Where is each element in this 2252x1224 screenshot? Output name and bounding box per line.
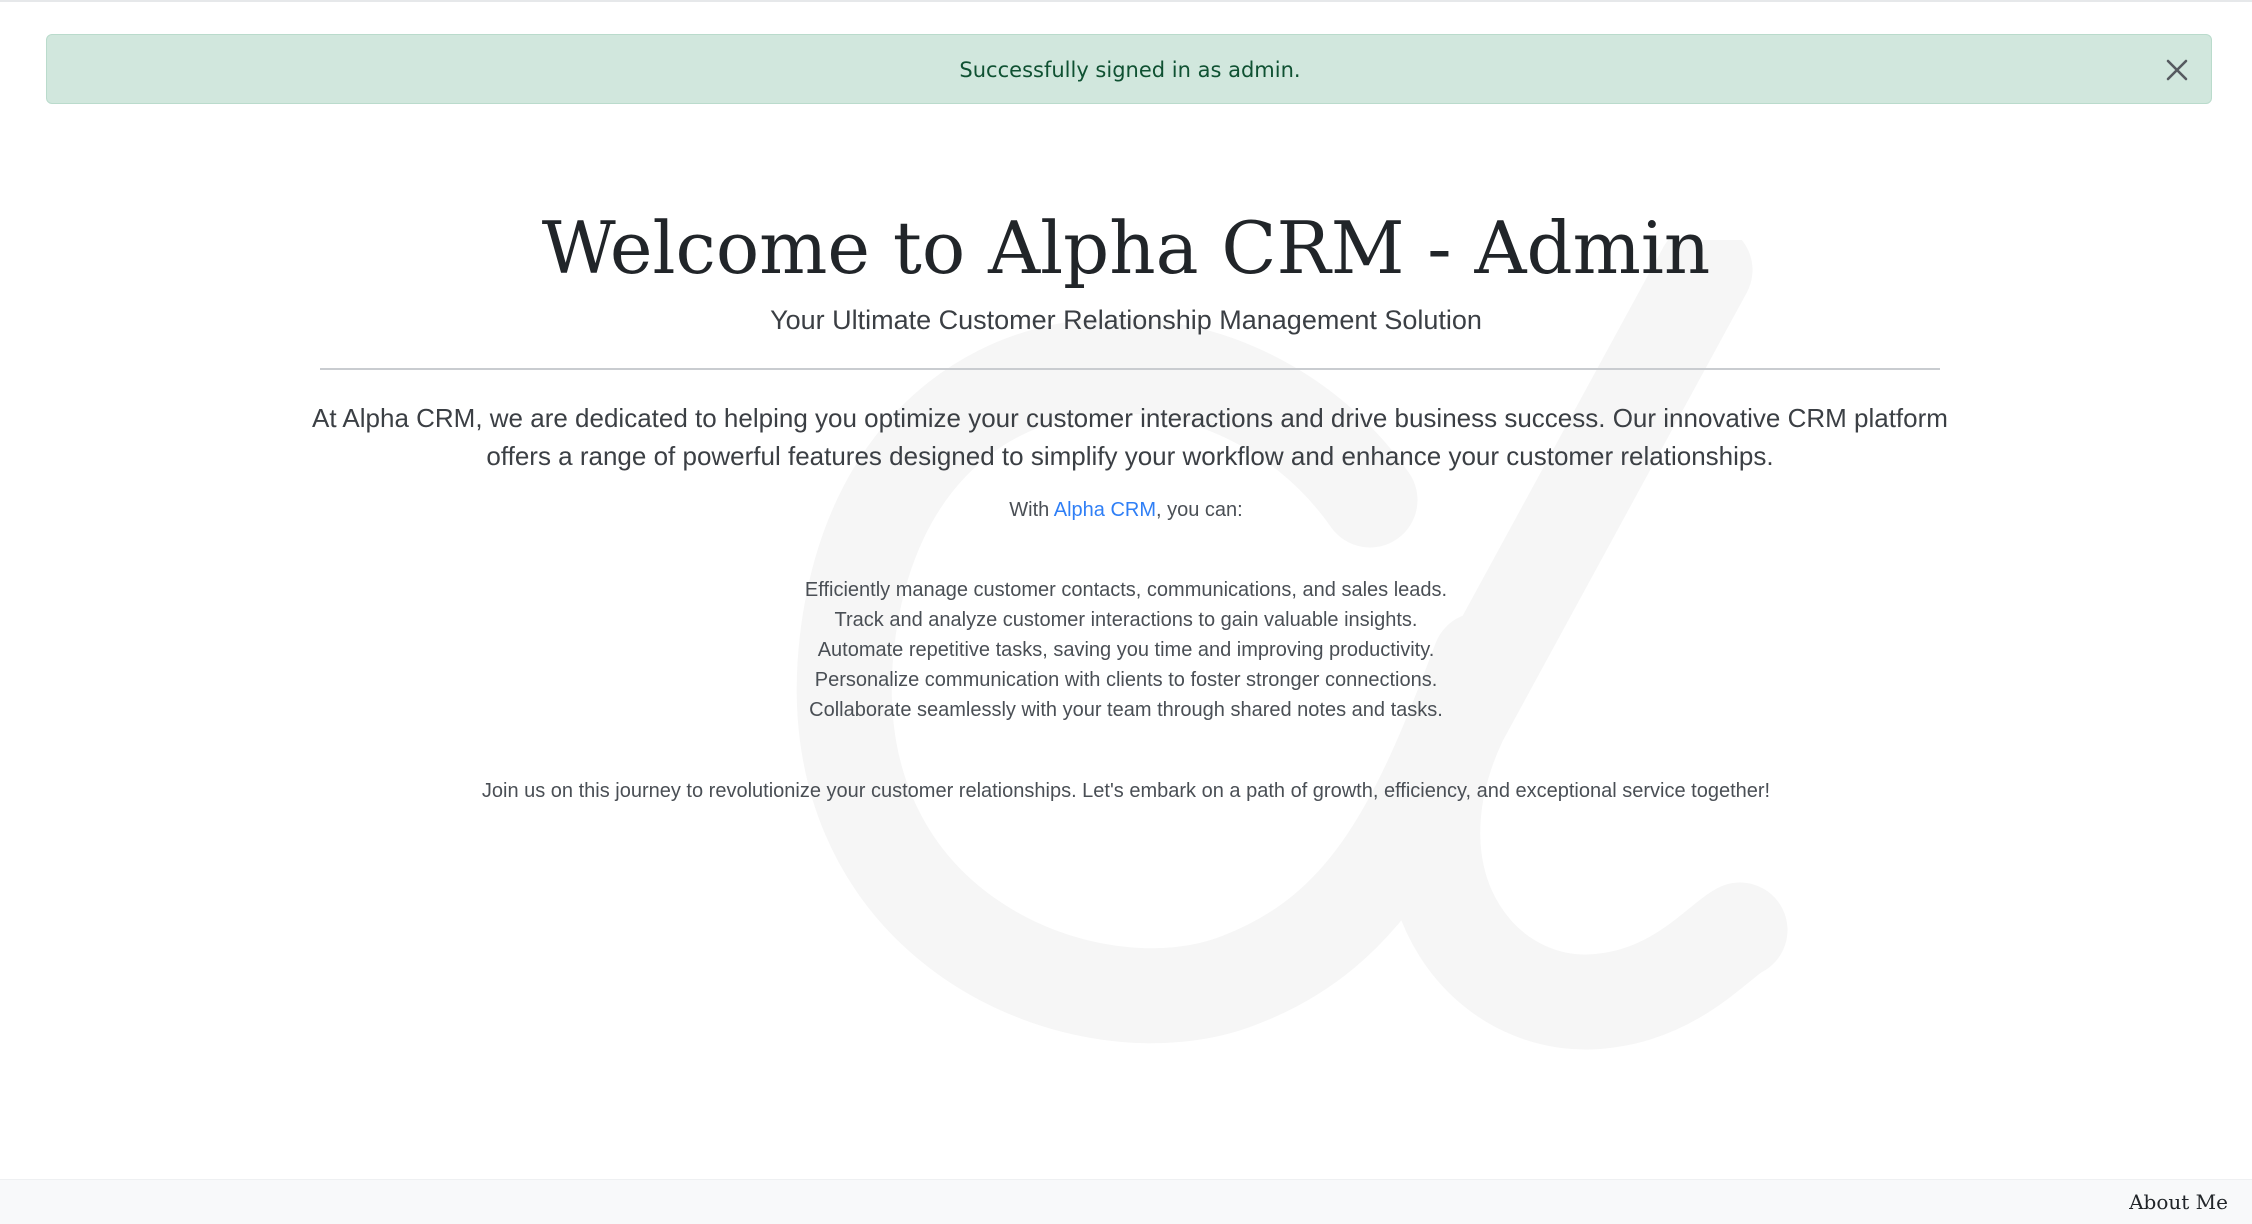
feature-item: Collaborate seamlessly with your team th…: [809, 699, 1443, 721]
intro-paragraph: At Alpha CRM, we are dedicated to helpin…: [312, 403, 1948, 471]
page-title: Welcome to Alpha CRM - Admin: [541, 206, 1711, 290]
feature-item: Automate repetitive tasks, saving you ti…: [817, 639, 1435, 661]
feature-list: Efficiently manage customer contacts, co…: [0, 575, 2252, 725]
top-border: [0, 0, 2252, 2]
with-suffix: , you can:: [1156, 499, 1243, 521]
alert-message: Successfully signed in as admin.: [959, 58, 1301, 82]
closing-paragraph: Join us on this journey to revolutionize…: [481, 780, 1771, 802]
page-subtitle: Your Ultimate Customer Relationship Mana…: [770, 305, 1482, 335]
footer: About Me: [0, 1179, 2252, 1224]
close-icon: [2166, 59, 2188, 81]
alpha-crm-link[interactable]: Alpha CRM: [1054, 499, 1156, 521]
close-alert-button[interactable]: [2159, 52, 2195, 88]
feature-item: Personalize communication with clients t…: [814, 669, 1438, 691]
with-prefix: With: [1009, 499, 1054, 521]
success-alert: Successfully signed in as admin.: [46, 34, 2212, 104]
divider: [320, 368, 1940, 370]
with-line: With Alpha CRM, you can:: [0, 494, 2252, 526]
feature-item: Efficiently manage customer contacts, co…: [804, 579, 1448, 601]
about-me-link[interactable]: About Me: [2129, 1188, 2228, 1216]
feature-item: Track and analyze customer interactions …: [834, 609, 1418, 631]
